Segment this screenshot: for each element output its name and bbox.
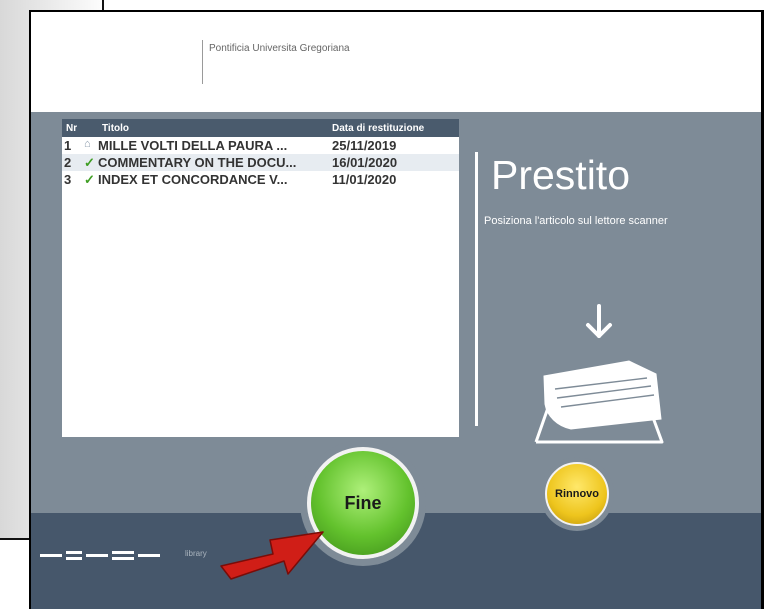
column-header-nr: Nr bbox=[66, 123, 78, 134]
checkmark-icon: ✓ bbox=[84, 172, 95, 187]
table-row[interactable]: 2 ✓ COMMENTARY ON THE DOCU... 16/01/2020 bbox=[62, 154, 459, 171]
row-return-date: 11/01/2020 bbox=[332, 172, 397, 187]
row-number: 1 bbox=[64, 138, 72, 153]
product-name: library bbox=[185, 549, 207, 558]
row-return-date: 16/01/2020 bbox=[332, 155, 398, 170]
row-return-date: 25/11/2019 bbox=[332, 138, 397, 153]
column-header-title: Titolo bbox=[102, 123, 130, 134]
loan-table: Nr Titolo Data di restituzione 1 ⌂ MILLE… bbox=[62, 119, 459, 437]
home-icon: ⌂ bbox=[84, 138, 91, 150]
header: Pontificia Universita Gregoriana bbox=[31, 12, 761, 112]
book-scanner-icon bbox=[534, 304, 664, 444]
nedap-logo bbox=[40, 551, 160, 560]
table-header: Nr Titolo Data di restituzione bbox=[62, 119, 459, 137]
row-number: 2 bbox=[64, 155, 72, 170]
panel-instruction: Posiziona l'articolo sul lettore scanner bbox=[484, 215, 668, 227]
table-row[interactable]: 3 ✓ INDEX ET CONCORDANCE V... 11/01/2020 bbox=[62, 171, 459, 188]
column-header-date: Data di restituzione bbox=[332, 123, 425, 134]
background-border bbox=[0, 538, 30, 540]
table-row[interactable]: 1 ⌂ MILLE VOLTI DELLA PAURA ... 25/11/20… bbox=[62, 137, 459, 154]
panel-title: Prestito bbox=[491, 152, 630, 198]
arrow-down-icon bbox=[586, 304, 612, 338]
rinnovo-button[interactable]: Rinnovo bbox=[545, 462, 609, 526]
book-icon bbox=[543, 360, 662, 430]
row-title: MILLE VOLTI DELLA PAURA ... bbox=[98, 138, 288, 153]
checkmark-icon: ✓ bbox=[84, 155, 95, 170]
row-title: INDEX ET CONCORDANCE V... bbox=[98, 172, 288, 187]
panel-divider bbox=[475, 152, 478, 426]
header-divider bbox=[202, 40, 203, 84]
row-number: 3 bbox=[64, 172, 72, 187]
red-arrow-icon bbox=[220, 531, 324, 580]
row-title: COMMENTARY ON THE DOCU... bbox=[98, 155, 297, 170]
institution-name: Pontificia Universita Gregoriana bbox=[209, 43, 350, 54]
